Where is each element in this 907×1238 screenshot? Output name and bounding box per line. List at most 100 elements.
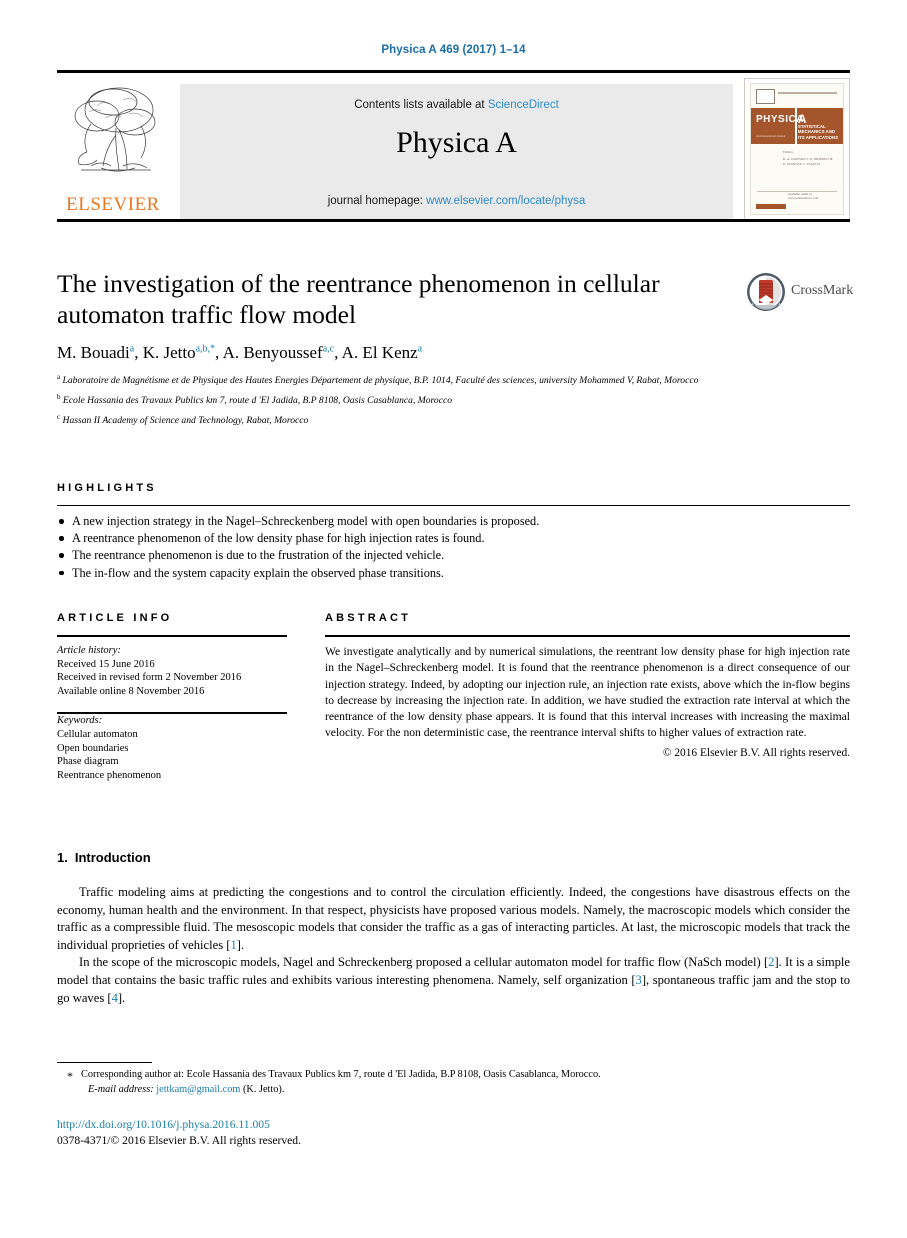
- email-note: E-mail address: jettkam@gmail.com (K. Je…: [57, 1083, 847, 1098]
- cover-inner: PHYSICA An International Journal A STATI…: [750, 83, 844, 215]
- sciencedirect-link[interactable]: ScienceDirect: [488, 99, 559, 111]
- cover-title-band: PHYSICA An International Journal A STATI…: [751, 108, 843, 144]
- affiliation-text: Ecole Hassania des Travaux Publics km 7,…: [62, 394, 453, 406]
- crossmark-badge[interactable]: CrossMark: [746, 272, 854, 312]
- title-block: The investigation of the reentrance phen…: [57, 268, 777, 430]
- cover-publisher-mark-icon: [756, 89, 775, 104]
- author-marks: a: [417, 343, 423, 355]
- affiliation-item: a Laboratoire de Magnétisme et de Physiq…: [57, 371, 772, 388]
- author-entry: A. Benyoussefa,c: [223, 343, 335, 362]
- author-list: M. Bouadia, K. Jettoa,b,*, A. Benyoussef…: [57, 343, 423, 362]
- affiliation-list: a Laboratoire de Magnétisme et de Physiq…: [57, 371, 772, 427]
- section-heading-introduction: 1. Introduction: [57, 850, 151, 865]
- paragraph-part: Traffic modeling aims at predicting the …: [57, 885, 850, 952]
- section-title: Introduction: [74, 850, 151, 865]
- keyword-item: Reentrance phenomenon: [57, 769, 162, 781]
- journal-homepage-link[interactable]: www.elsevier.com/locate/physa: [426, 195, 585, 207]
- affiliation-text: Laboratoire de Magnétisme et de Physique…: [62, 375, 699, 387]
- article-info-divider: [57, 712, 287, 714]
- homepage-prefix: journal homepage:: [327, 195, 427, 207]
- email-link[interactable]: jettkam@gmail.com: [156, 1084, 240, 1095]
- keywords-block: Keywords: Cellular automaton Open bounda…: [57, 714, 297, 782]
- journal-masthead: ELSEVIER Contents lists available at Sci…: [57, 70, 850, 222]
- issn-copyright-line: 0378-4371/© 2016 Elsevier B.V. All right…: [57, 1134, 301, 1147]
- cover-band-subtitle: STATISTICAL MECHANICS AND ITS APPLICATIO…: [797, 124, 839, 140]
- author-name: K. Jetto: [142, 343, 196, 362]
- affiliation-mark: c: [57, 412, 61, 421]
- abstract-rule: [325, 635, 850, 637]
- paragraph-part: ].: [117, 990, 126, 1005]
- author-name: M. Bouadi: [57, 343, 130, 362]
- abstract-heading: ABSTRACT: [325, 612, 412, 624]
- article-info-rule: [57, 635, 287, 637]
- article-history: Article history: Received 15 June 2016 R…: [57, 644, 297, 698]
- abstract-block: We investigate analytically and by numer…: [325, 644, 850, 761]
- cover-band-title: PHYSICA: [756, 114, 804, 125]
- email-label: E-mail address:: [88, 1083, 154, 1095]
- elsevier-logo: ELSEVIER: [57, 80, 169, 220]
- crossmark-badge-icon: [746, 272, 786, 312]
- author-entry: K. Jettoa,b,*: [143, 343, 215, 362]
- affiliation-text: Hassan II Academy of Science and Technol…: [62, 414, 309, 426]
- page-title: The investigation of the reentrance phen…: [57, 269, 660, 329]
- history-item: Received 15 June 2016: [57, 658, 155, 670]
- author-name: A. Benyoussef: [222, 343, 323, 362]
- list-item: A reentrance phenomenon of the low densi…: [57, 530, 757, 546]
- cover-footer-right: Available online at www.sciencedirect.co…: [787, 192, 819, 200]
- paragraph-part: In the scope of the microscopic models, …: [79, 955, 769, 970]
- elsevier-tree-icon: [61, 80, 165, 182]
- cover-footer-badge: [756, 204, 786, 209]
- cover-band-subtext: An International Journal: [756, 134, 786, 138]
- list-item: The reentrance phenomenon is due to the …: [57, 547, 757, 563]
- email-owner: (K. Jetto).: [242, 1083, 285, 1095]
- article-page: Physica A 469 (2017) 1–14 ELSEVIER Conte…: [0, 0, 907, 1238]
- journal-cover-thumbnail: PHYSICA An International Journal A STATI…: [744, 78, 850, 220]
- crossmark-label: CrossMark: [791, 283, 854, 298]
- history-item: Available online 8 November 2016: [57, 685, 205, 697]
- footnote-rule: [57, 1062, 152, 1063]
- keyword-item: Phase diagram: [57, 756, 119, 768]
- keyword-item: Cellular automaton: [57, 728, 138, 740]
- paragraph-part: ].: [236, 937, 245, 952]
- masthead-center-panel: Contents lists available at ScienceDirec…: [180, 84, 733, 220]
- keywords-label: Keywords:: [57, 715, 103, 727]
- journal-title: Physica A: [396, 126, 517, 159]
- running-head: Physica A 469 (2017) 1–14: [381, 44, 526, 56]
- cover-top-rule: [778, 92, 837, 94]
- author-entry: A. El Kenza: [342, 343, 422, 362]
- masthead-bottom-rule: [57, 219, 850, 222]
- highlights-list: A new injection strategy in the Nagel–Sc…: [57, 513, 757, 582]
- affiliation-mark: b: [57, 392, 61, 401]
- corresponding-author-note: Corresponding author at: Ecole Hassania …: [81, 1069, 601, 1080]
- history-item: Received in revised form 2 November 2016: [57, 672, 242, 684]
- section-number: 1.: [57, 850, 68, 865]
- affiliation-item: b Ecole Hassania des Travaux Publics km …: [57, 391, 772, 408]
- masthead-top-rule: [57, 70, 850, 73]
- cover-editors: K. A. DAWSON J. O. INDEKEU H. E. STANLEY…: [783, 157, 833, 166]
- author-marks: a: [129, 343, 135, 355]
- paragraph: In the scope of the microscopic models, …: [57, 954, 850, 1007]
- body-text: Traffic modeling aims at predicting the …: [57, 884, 850, 1007]
- cover-editors-label: Editors: [783, 150, 793, 154]
- keyword-item: Open boundaries: [57, 742, 129, 754]
- highlights-heading: HIGHLIGHTS: [57, 482, 157, 494]
- list-item: The in-flow and the system capacity expl…: [57, 565, 757, 581]
- contents-prefix: Contents lists available at: [354, 99, 488, 111]
- highlights-rule: [57, 505, 850, 506]
- footnote-block: * Corresponding author at: Ecole Hassani…: [57, 1068, 847, 1097]
- history-label: Article history:: [57, 645, 121, 656]
- author-marks: a,b,*: [195, 343, 216, 355]
- homepage-line: journal homepage: www.elsevier.com/locat…: [180, 195, 733, 207]
- affiliation-mark: a: [57, 373, 61, 381]
- author-name: A. El Kenz: [341, 343, 418, 362]
- author-marks: a,c: [322, 343, 335, 355]
- elsevier-wordmark: ELSEVIER: [66, 194, 160, 215]
- contents-line: Contents lists available at ScienceDirec…: [180, 99, 733, 111]
- footnote-star: *: [67, 1069, 73, 1083]
- list-item: A new injection strategy in the Nagel–Sc…: [57, 513, 757, 529]
- affiliation-item: c Hassan II Academy of Science and Techn…: [57, 411, 772, 428]
- author-entry: M. Bouadia: [57, 343, 134, 362]
- abstract-text: We investigate analytically and by numer…: [325, 645, 850, 740]
- paragraph: Traffic modeling aims at predicting the …: [57, 884, 850, 954]
- doi-link[interactable]: http://dx.doi.org/10.1016/j.physa.2016.1…: [57, 1118, 270, 1131]
